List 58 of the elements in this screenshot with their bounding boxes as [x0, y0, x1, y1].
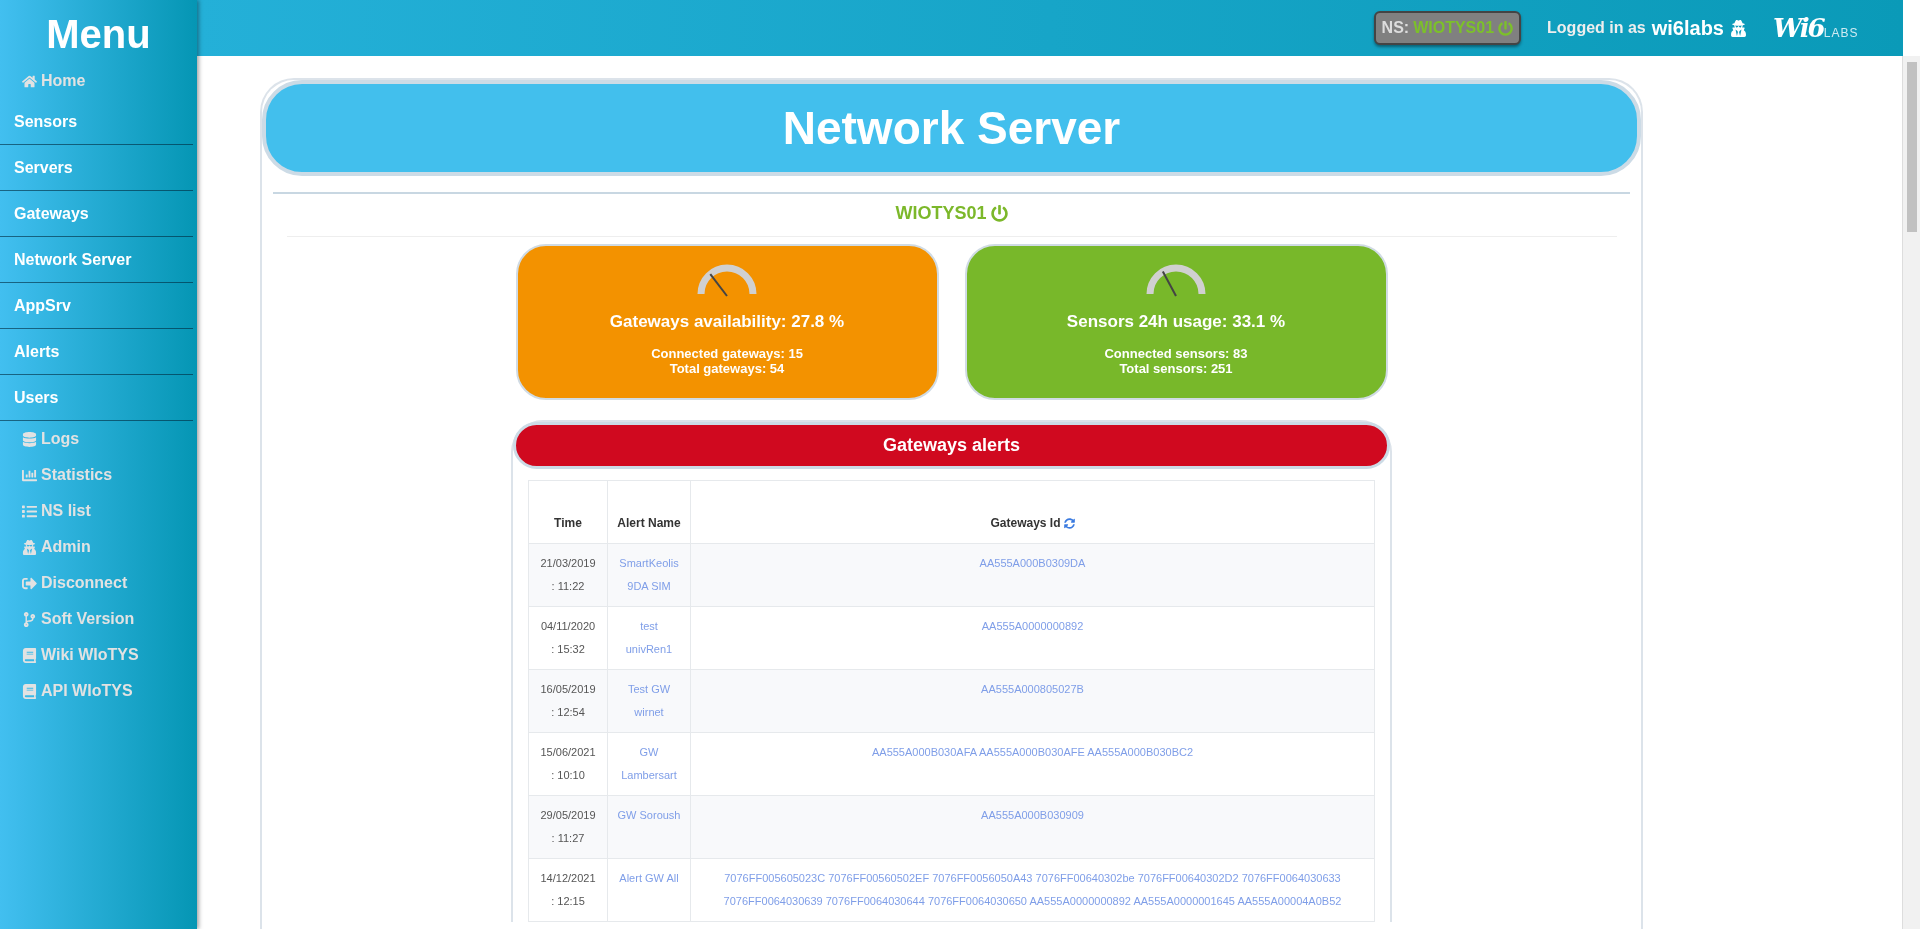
- menu-item[interactable]: Servers: [0, 145, 193, 191]
- logo-text: Wi6: [1773, 13, 1824, 43]
- menu-link[interactable]: Home: [0, 63, 86, 99]
- alerts-title: Gateways alerts: [513, 422, 1390, 469]
- list-icon: [22, 503, 37, 519]
- login-text: Logged in as: [1547, 19, 1646, 37]
- card-title: Gateways availability: 27.8 %: [609, 312, 845, 332]
- menu-item[interactable]: AppSrv: [0, 283, 193, 329]
- time-cell: 16/05/2019 : 12:54: [528, 669, 608, 733]
- menu-link[interactable]: API WIoTYS: [0, 673, 133, 709]
- time-cell: 29/05/2019 : 11:27: [528, 795, 608, 859]
- column-header: Gateways Id: [690, 480, 1375, 544]
- ns-label: NS:: [1381, 19, 1410, 37]
- time-cell: 04/11/2020 : 15:32: [528, 606, 608, 670]
- book-icon: [22, 683, 37, 699]
- card-stat: Total sensors: 251: [1119, 361, 1233, 376]
- card-stat: Connected gateways: 15: [651, 346, 803, 361]
- card-stat: Total gateways: 54: [669, 361, 785, 376]
- refresh-icon[interactable]: [1063, 518, 1075, 529]
- menu-link[interactable]: Soft Version: [0, 601, 135, 637]
- page-title: Network Server: [262, 80, 1641, 176]
- ns-value: WIOTYS01: [1413, 19, 1495, 37]
- menu-link[interactable]: NS list: [0, 493, 91, 529]
- time-cell: 15/06/2021 : 10:10: [528, 732, 608, 796]
- bar-chart-icon: [22, 467, 37, 483]
- home-icon: [22, 73, 37, 89]
- menu-link[interactable]: Logs: [0, 421, 80, 457]
- menu-item[interactable]: Users: [0, 375, 193, 421]
- menu-link[interactable]: Wiki WIoTYS: [0, 637, 139, 673]
- gauge-icon: [1144, 262, 1208, 298]
- ns-badge[interactable]: NS: WIOTYS01: [1373, 11, 1522, 45]
- logo-subtext: LABS: [1823, 26, 1859, 40]
- power-icon: [1498, 20, 1514, 36]
- menu-item[interactable]: Alerts: [0, 329, 193, 375]
- menu-title: Menu: [45, 11, 152, 58]
- menu-link[interactable]: Admin: [0, 529, 91, 565]
- menu-link[interactable]: Statistics: [0, 457, 113, 493]
- card-stat: Connected sensors: 83: [1104, 346, 1248, 361]
- branch-icon: [22, 611, 37, 627]
- column-header: Alert Name: [607, 480, 691, 544]
- sign-out-icon: [22, 575, 37, 591]
- menu-item[interactable]: Sensors: [0, 99, 193, 145]
- user-name: wi6labs: [1651, 16, 1724, 40]
- spy-icon: [1730, 19, 1747, 37]
- menu-link[interactable]: Disconnect: [0, 565, 128, 601]
- menu-item[interactable]: Network Server: [0, 237, 193, 283]
- gauge-icon: [695, 262, 759, 298]
- menu-item[interactable]: Gateways: [0, 191, 193, 237]
- card-title: Sensors 24h usage: 33.1 %: [1066, 312, 1286, 332]
- server-name: WIOTYS01: [895, 203, 987, 224]
- time-cell: 21/03/2019 : 11:22: [528, 543, 608, 607]
- database-icon: [22, 431, 37, 447]
- time-cell: 14/12/2021 : 12:15: [528, 858, 608, 922]
- scrollbar[interactable]: [1902, 56, 1920, 929]
- power-icon: [990, 205, 1008, 222]
- spy-icon: [22, 539, 37, 555]
- book-icon: [22, 647, 37, 663]
- column-header: Time: [528, 480, 608, 544]
